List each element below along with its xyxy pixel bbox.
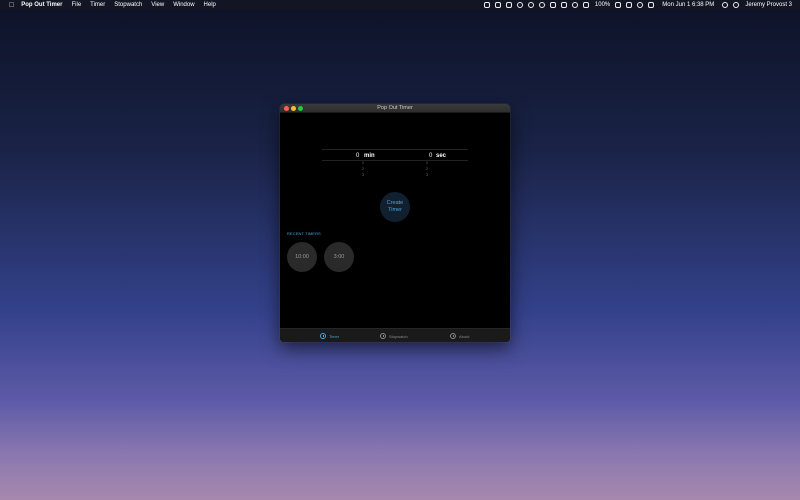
recent-timer-button[interactable]: 10:00 <box>287 242 317 272</box>
seconds-next-2[interactable]: 2 <box>426 167 428 171</box>
airplay-icon[interactable] <box>626 2 633 8</box>
cloud-icon[interactable] <box>494 2 501 8</box>
recent-timer-label: 3:00 <box>333 254 345 260</box>
menu-app-name[interactable]: Pop Out Timer <box>21 2 62 8</box>
create-timer-button[interactable]: Create Timer <box>380 192 410 222</box>
tab-stopwatch-label: Stopwatch <box>389 333 408 339</box>
volume-icon[interactable] <box>648 2 655 8</box>
time-machine-icon[interactable] <box>571 2 578 8</box>
menu-window[interactable]: Window <box>173 2 194 8</box>
tab-about-label: About <box>459 333 470 339</box>
menu-bar:  Pop Out Timer File Timer Stopwatch Vie… <box>0 0 800 10</box>
stopwatch-icon <box>380 333 386 339</box>
menubar-clock[interactable]: Mon Jun 1 6:38 PM <box>662 2 714 8</box>
minutes-picker[interactable]: 0 <box>356 153 359 159</box>
window-title: Pop Out Timer <box>377 105 413 111</box>
timer-icon <box>320 333 326 339</box>
seconds-unit-label: sec <box>436 153 447 159</box>
tab-timer[interactable]: Timer <box>320 332 339 340</box>
seconds-next-1[interactable]: 1 <box>426 161 428 165</box>
chat-icon[interactable] <box>516 2 523 8</box>
info-status-icon[interactable] <box>538 2 545 8</box>
wifi-icon[interactable] <box>637 2 644 8</box>
menu-timer[interactable]: Timer <box>90 2 105 8</box>
user-name[interactable]: Jeremy Provost 3 <box>745 2 792 8</box>
minutes-next-3[interactable]: 3 <box>362 173 364 177</box>
spotlight-icon[interactable] <box>722 2 729 8</box>
clock-icon[interactable] <box>527 2 534 8</box>
recent-timers-heading: RECENT TIMERS <box>287 231 321 236</box>
tab-bar: Timer Stopwatch About <box>280 328 510 342</box>
status-area: 100% Mon Jun 1 6:38 PM Jeremy Provost 3 <box>479 0 792 10</box>
minutes-unit-label: min <box>364 153 375 159</box>
title-bar[interactable]: Pop Out Timer <box>280 104 510 113</box>
create-timer-label: Create Timer <box>386 200 404 213</box>
equalizer-icon[interactable] <box>505 2 512 8</box>
drop-icon[interactable] <box>549 2 556 8</box>
minutes-next-2[interactable]: 2 <box>362 167 364 171</box>
recent-timer-label: 10:00 <box>295 254 309 260</box>
minutes-next-1[interactable]: 1 <box>362 161 364 165</box>
user-avatar-icon[interactable] <box>733 2 740 8</box>
menu-help[interactable]: Help <box>204 2 216 8</box>
menu-view[interactable]: View <box>151 2 164 8</box>
apple-icon[interactable]:  <box>9 2 14 9</box>
dropbox-icon[interactable] <box>483 2 490 8</box>
notes-icon[interactable] <box>560 2 567 8</box>
tab-about[interactable]: About <box>450 332 469 340</box>
tab-stopwatch[interactable]: Stopwatch <box>380 332 408 340</box>
battery-percent: 100% <box>594 2 611 8</box>
menu-file[interactable]: File <box>71 2 81 8</box>
battery-icon[interactable] <box>615 2 622 8</box>
recent-timer-button[interactable]: 3:00 <box>324 242 354 272</box>
seconds-picker[interactable]: 0 <box>429 153 432 159</box>
seconds-next-3[interactable]: 3 <box>426 173 428 177</box>
menu-stopwatch[interactable]: Stopwatch <box>114 2 142 8</box>
app-window: Pop Out Timer 0 min 0 sec 1 2 3 1 2 3 Cr… <box>280 104 510 342</box>
picker-top-line <box>322 149 468 150</box>
tab-timer-label: Timer <box>329 333 340 339</box>
picker-bottom-line <box>322 160 468 161</box>
info-icon <box>450 333 456 339</box>
bluetooth-icon[interactable] <box>582 2 589 8</box>
